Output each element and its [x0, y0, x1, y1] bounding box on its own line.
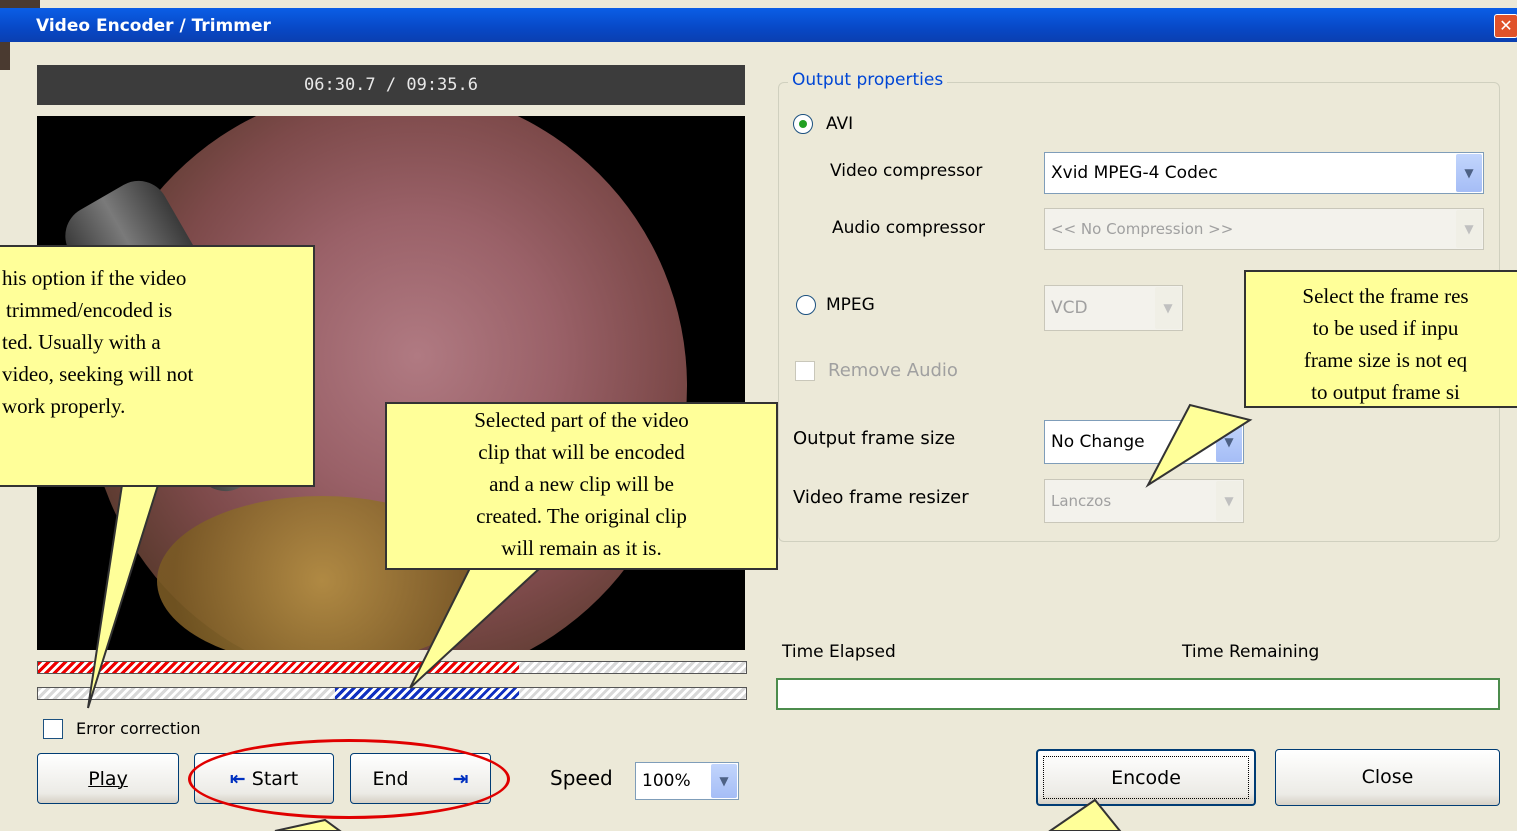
selection-callout: Selected part of the video clip that wil… [385, 402, 778, 570]
callout-line: Selected part of the video [474, 408, 689, 432]
frame-resizer-callout: Select the frame res to be used if inpu … [1244, 270, 1517, 408]
error-correction-callout: his option if the video trimmed/encoded … [0, 245, 315, 487]
callout-line: and a new clip will be [489, 472, 674, 496]
callout-line: video, seeking will not [2, 362, 194, 386]
callout-line: to output frame si [1311, 380, 1460, 404]
callout-line: Select the frame res [1302, 284, 1469, 308]
callout-line: trimmed/encoded is [6, 298, 173, 322]
callout-line: will remain as it is. [501, 536, 662, 560]
callout-line: to be used if inpu [1312, 316, 1459, 340]
callout-line: clip that will be encoded [478, 440, 685, 464]
callout-line: his option if the video [2, 266, 187, 290]
callout-line: created. The original clip [476, 504, 687, 528]
callout-line: work properly. [2, 394, 126, 418]
callout-line: ted. Usually with a [2, 330, 161, 354]
callout-line: frame size is not eq [1303, 348, 1468, 372]
